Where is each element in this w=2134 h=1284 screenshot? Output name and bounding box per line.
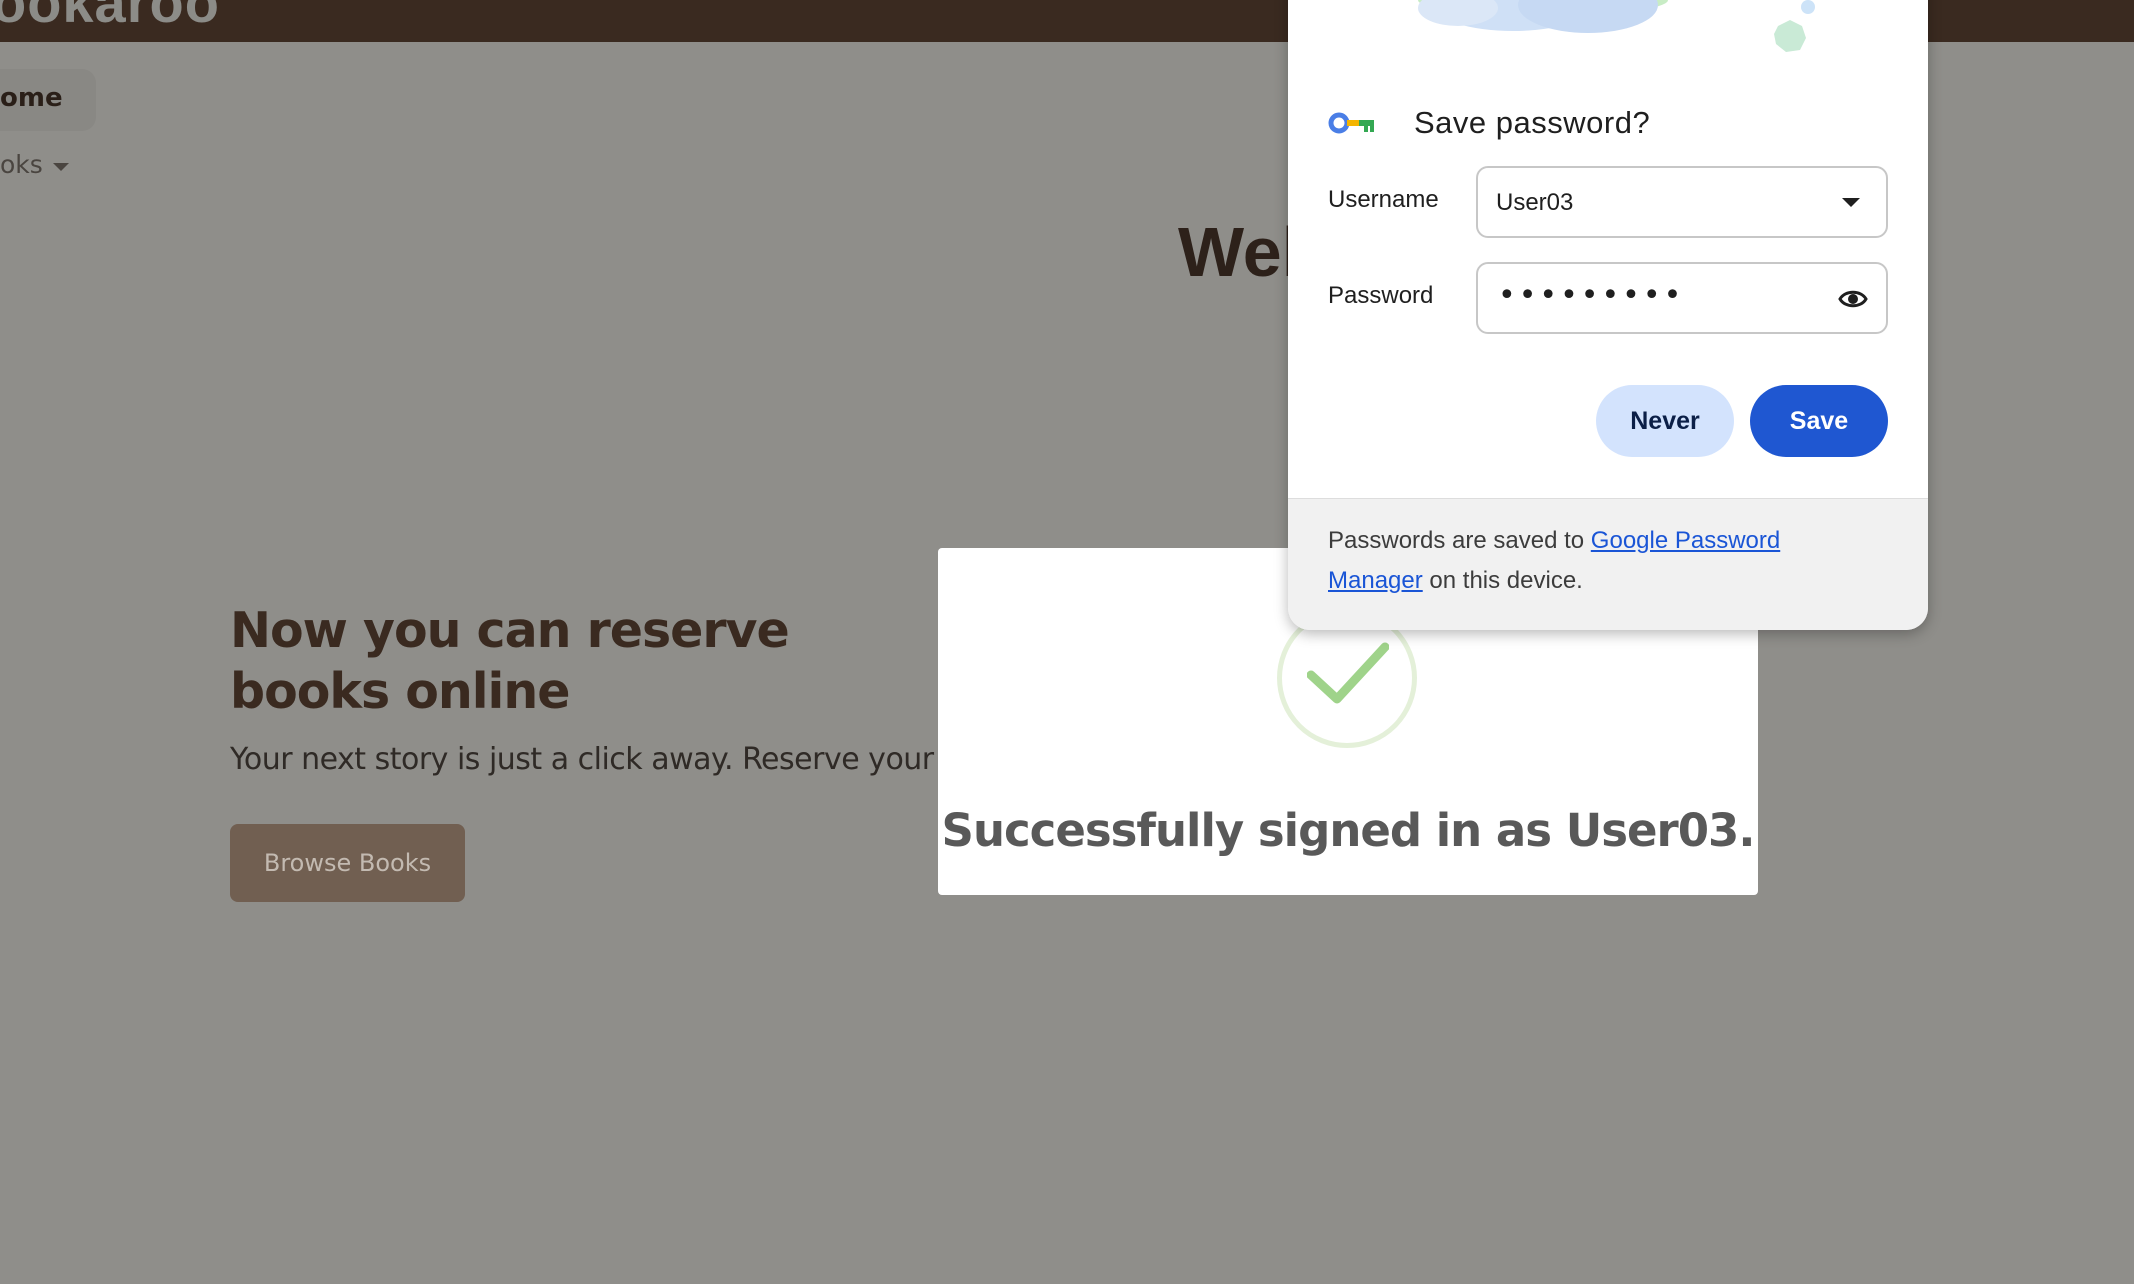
dialog-header: Save password? — [1328, 105, 1650, 141]
success-message: Successfully signed in as User03. — [941, 804, 1756, 857]
save-button[interactable]: Save — [1750, 385, 1888, 457]
username-select[interactable]: User03 — [1476, 166, 1888, 238]
eye-icon[interactable] — [1838, 286, 1868, 312]
illustration-image — [1418, 0, 1815, 52]
footer-prefix: Passwords are saved to — [1328, 527, 1585, 554]
save-password-dialog: Save password? Username User03 Password … — [1288, 0, 1928, 630]
footer-text: Passwords are saved to Google Password M… — [1328, 521, 1848, 601]
username-label: Username — [1328, 186, 1439, 213]
checkmark-icon — [1307, 642, 1389, 704]
password-label: Password — [1328, 282, 1434, 309]
dialog-footer: Passwords are saved to Google Password M… — [1288, 498, 1928, 630]
nav-item-home[interactable]: ome — [0, 69, 96, 131]
dialog-title: Save password? — [1414, 105, 1651, 140]
caret-down-icon — [52, 162, 69, 171]
footer-suffix: on this device. — [1429, 567, 1583, 594]
nav-item-books[interactable]: oks — [0, 150, 69, 179]
password-field[interactable]: ••••••••• — [1476, 262, 1888, 334]
nav-item-books-label: oks — [0, 150, 43, 179]
hero-subtitle: Your next story is just a click away. Re… — [230, 742, 950, 777]
password-masked-value: ••••••••• — [1498, 278, 1685, 313]
never-button[interactable]: Never — [1596, 385, 1734, 457]
username-value: User03 — [1496, 189, 1574, 216]
site-brand[interactable]: ookaroo — [0, 0, 220, 35]
welcome-heading: Wel — [1178, 213, 1302, 291]
browse-books-button[interactable]: Browse Books — [230, 824, 465, 902]
key-icon — [1328, 112, 1374, 134]
nav-item-home-label: ome — [0, 83, 63, 113]
hero-title: Now you can reserve books online — [230, 602, 790, 720]
chevron-down-icon[interactable] — [1842, 198, 1860, 207]
